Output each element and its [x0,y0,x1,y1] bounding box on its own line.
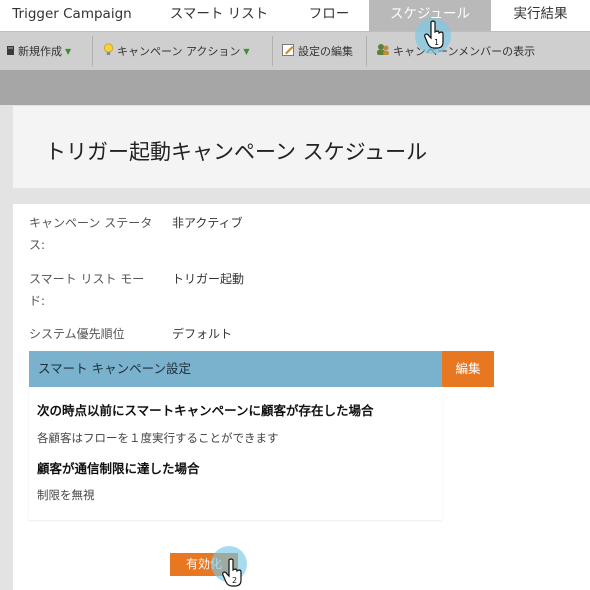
field-value-smart-list-mode: トリガー起動 [172,272,245,286]
settings-header: スマート キャンペーン設定 [29,351,442,387]
settings-title: スマート キャンペーン設定 [38,361,191,376]
campaign-action-button[interactable]: キャンペーン アクション ▼ [103,32,250,70]
toolbar-divider [366,36,367,66]
edit-settings-button[interactable]: 設定の編集 [282,32,353,70]
view-members-button[interactable]: キャンペーンメンバーの表示 [376,32,535,70]
toolbar-divider [92,36,93,66]
pointer-hand-icon: 1 [424,20,444,49]
tab-trigger-campaign[interactable]: Trigger Campaign [0,0,144,31]
edit-settings-label: 設定の編集 [298,45,353,58]
rule1-text: 各顧客はフローを１度実行することができます [37,431,279,445]
tab-results[interactable]: 実行結果 [491,0,590,31]
tab-flow[interactable]: フロー [294,0,364,31]
field-value-system-priority: デフォルト [172,327,233,341]
field-value-campaign-status: 非アクティブ [172,216,243,230]
chevron-down-icon: ▼ [243,46,250,56]
svg-text:2: 2 [232,576,237,585]
settings-body: 次の時点以前にスマートキャンペーンに顧客が存在した場合 各顧客はフローを１度実行… [29,387,442,520]
new-menu-label: 新規作成 [18,45,62,58]
new-menu-button[interactable]: 新規作成 ▼ [6,32,71,70]
field-label-smart-list-mode: スマート リスト モー ド: [29,272,145,308]
edit-settings-tab-button[interactable]: 編集 [442,351,494,387]
rule2-text: 制限を無視 [37,488,95,502]
campaign-action-label: キャンペーン アクション [117,45,241,58]
field-label-campaign-status: キャンペーン ステータ ス: [29,216,153,252]
lightbulb-icon [103,43,114,59]
toolbar-spacer [0,70,590,105]
rule2-heading: 顧客が通信制限に達した場合 [37,461,200,476]
campaign-tab-bar: Trigger Campaign スマート リスト フロー スケジュール 実行結… [0,0,590,31]
tab-smart-list[interactable]: スマート リスト [152,0,286,31]
new-document-icon [6,44,15,59]
members-icon [376,43,390,59]
toolbar-divider [272,36,273,66]
view-members-label: キャンペーンメンバーの表示 [393,45,536,58]
chevron-down-icon: ▼ [65,46,72,56]
toolbar: 新規作成 ▼ キャンペーン アクション ▼ 設定の編集 キャンペーンメンバーの表… [0,31,590,70]
rule1-heading: 次の時点以前にスマートキャンペーンに顧客が存在した場合 [37,403,374,418]
page-header: トリガー起動キャンペーン スケジュール [13,106,590,188]
field-label-system-priority: システム優先順位 [29,327,125,341]
svg-text:1: 1 [434,38,439,47]
edit-settings-icon [282,43,295,59]
pointer-hand-icon: 2 [222,558,242,587]
page-title: トリガー起動キャンペーン スケジュール [45,140,428,164]
